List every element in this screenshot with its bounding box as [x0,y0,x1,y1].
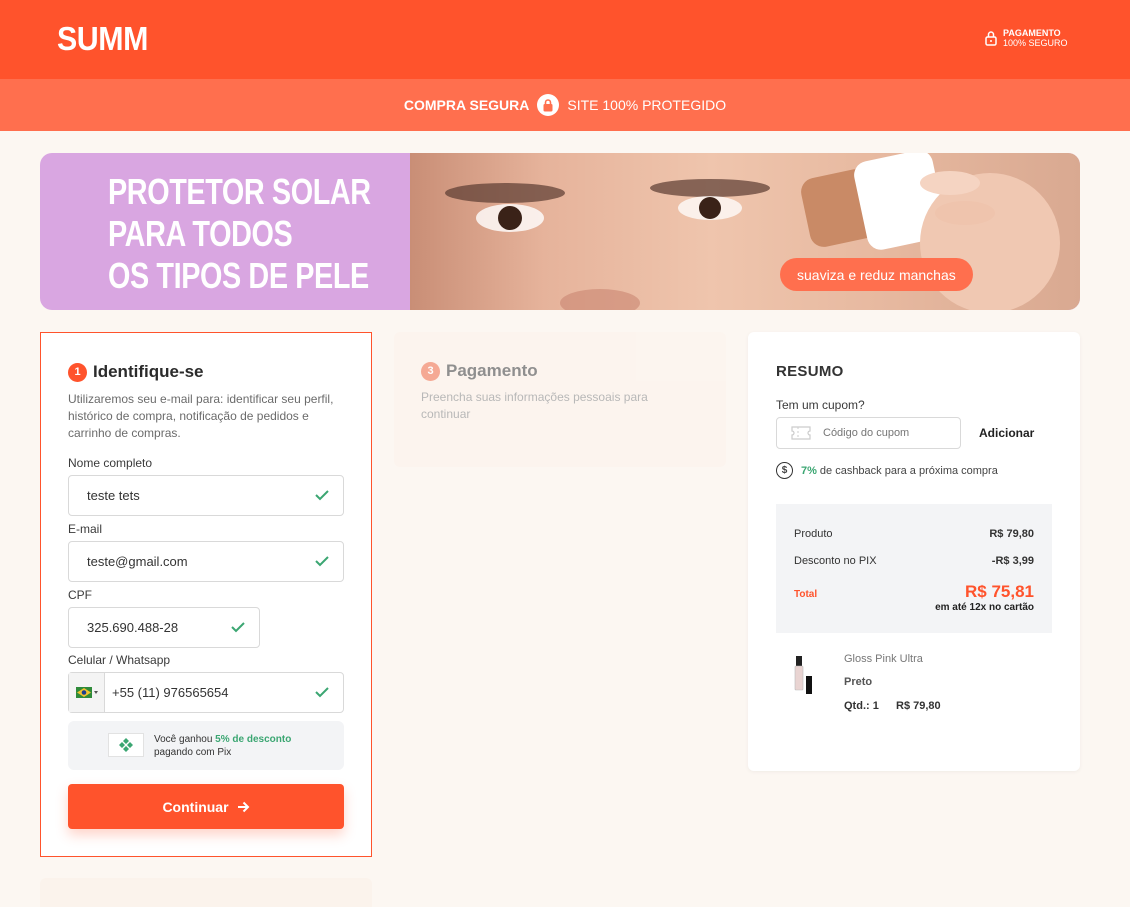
product-price: R$ 79,80 [896,700,941,712]
email-field-value: teste@gmail.com [87,554,188,569]
payment-title-text: Pagamento [446,361,538,380]
cpf-field[interactable]: 325.690.488-28 [68,607,260,648]
check-icon [315,490,329,501]
cashback-info: $ 7% de cashback para a próxima compra [776,462,998,479]
secure-payment-badge: PAGAMENTO 100% SEGURO [985,28,1068,48]
email-field[interactable]: teste@gmail.com [68,541,344,582]
product-label: Produto [794,528,833,540]
product-name: Gloss Pink Ultra [844,653,923,665]
banner-line-2: PARA TODOS [108,213,293,254]
ticket-icon [791,426,811,440]
email-label: E-mail [68,522,103,536]
payment-step-card: 3 Pagamento Preencha suas informações pe… [394,332,726,467]
product-value: R$ 79,80 [989,528,1034,540]
totals-box: Produto R$ 79,80 Desconto no PIX -R$ 3,9… [776,504,1052,633]
brazil-flag-icon [75,686,98,698]
summary-title: RESUMO [776,363,844,380]
cashback-percent: 7% [801,464,817,477]
add-coupon-button[interactable]: Adicionar [979,426,1034,440]
phone-field[interactable]: +55 (11) 976565654 [68,672,344,713]
total-value: R$ 75,81 [965,582,1034,601]
continue-label: Continuar [162,798,229,815]
discount-value: -R$ 3,99 [991,555,1034,567]
discount-row: Desconto no PIX -R$ 3,99 [794,555,1034,567]
payment-step-title: 3 Pagamento [421,361,538,381]
cashback-text: de cashback para a próxima compra [819,464,998,477]
banner-line-1: PROTETOR SOLAR [108,171,371,212]
check-icon [315,687,329,698]
name-label: Nome completo [68,456,153,470]
top-header: SUMM PAGAMENTO 100% SEGURO [0,0,1130,79]
promo-prefix: Você ganhou [154,734,216,745]
step-number-badge: 3 [421,361,440,381]
banner-pill: suaviza e reduz manchas [780,258,973,291]
coupon-field[interactable] [776,417,961,449]
arrow-right-icon [237,801,249,812]
coupon-input[interactable] [823,427,943,439]
lock-circle-icon [537,94,560,116]
banner-face-illustration [445,153,1060,310]
dollar-icon: $ [776,462,793,479]
total-label: Total [794,589,818,600]
promo-banner[interactable]: PROTETOR SOLAR PARA TODOS OS TIPOS DE PE… [40,153,1080,310]
brand-logo[interactable]: SUMM [57,20,148,58]
banner-headline: PROTETOR SOLAR PARA TODOS OS TIPOS DE PE… [108,171,371,297]
discount-label: Desconto no PIX [794,555,877,567]
pix-discount-notice: Você ganhou 5% de desconto pagando com P… [68,721,344,770]
step-number-badge: 1 [68,362,87,382]
banner-photo [410,153,1080,310]
identify-step-card: 1 Identifique-se Utilizaremos seu e-mail… [40,332,372,857]
banner-line-3: OS TIPOS DE PELE [108,255,369,296]
product-thumbnail[interactable] [776,652,826,702]
payment-description: Preencha suas informações pessoais para … [421,390,648,421]
phone-field-value: +55 (11) 976565654 [112,685,229,700]
lock-icon [985,31,997,46]
country-flag-dropdown[interactable] [69,673,105,712]
phone-label: Celular / Whatsapp [68,653,171,667]
identify-title-text: Identifique-se [93,362,204,381]
installments-text: em até 12x no cartão [935,602,1034,613]
secure-line-1: PAGAMENTO [1003,28,1061,38]
product-row: Produto R$ 79,80 [794,528,1034,540]
check-icon [315,556,329,567]
cpf-label: CPF [68,588,92,602]
site-protected-label: SITE 100% PROTEGIDO [567,97,727,113]
order-summary-card: RESUMO Tem um cupom? Adicionar $ 7% de c… [748,332,1080,771]
promo-highlight: 5% de desconto [215,734,292,745]
product-variant: Preto [844,676,873,688]
identify-step-title: 1 Identifique-se [68,362,204,382]
coupon-label: Tem um cupom? [776,398,865,412]
check-icon [231,622,245,633]
name-field[interactable]: teste tets [68,475,344,516]
cpf-field-value: 325.690.488-28 [87,620,179,635]
secure-line-2: 100% SEGURO [1003,38,1068,48]
secure-purchase-label: COMPRA SEGURA [403,97,530,113]
identify-description: Utilizaremos seu e-mail para: identifica… [68,392,334,440]
pix-icon [108,733,144,757]
product-quantity: Qtd.: 1 [844,700,879,712]
secure-purchase-bar: COMPRA SEGURA SITE 100% PROTEGIDO [0,79,1130,131]
name-field-value: teste tets [87,488,140,503]
continue-button[interactable]: Continuar [68,784,344,829]
promo-suffix: pagando com Pix [154,747,232,758]
next-step-card [40,878,372,907]
